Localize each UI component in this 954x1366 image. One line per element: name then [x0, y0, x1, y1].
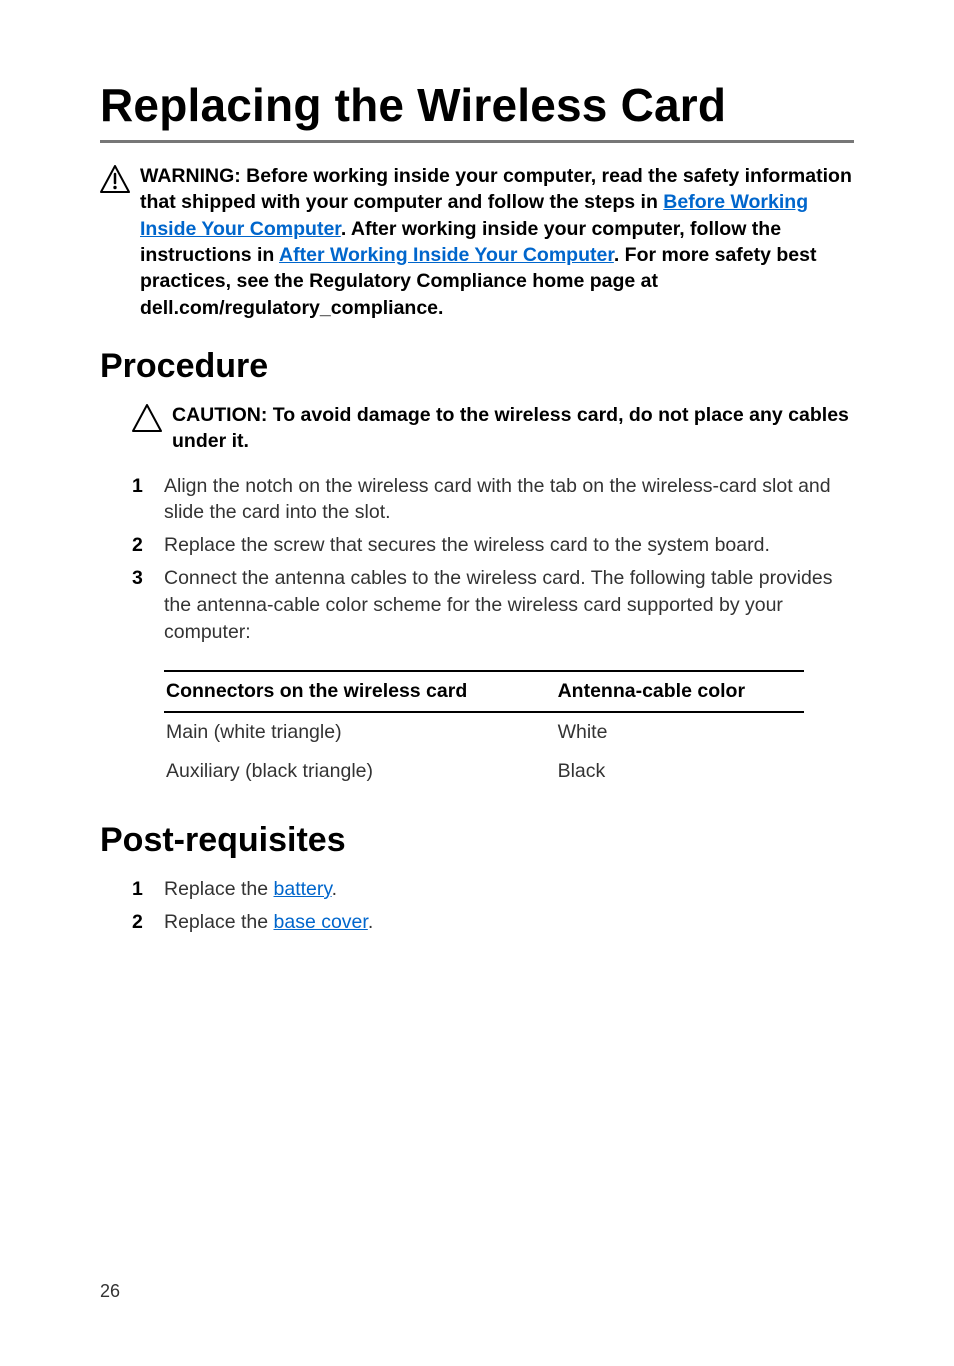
postreq-step-2: Replace the base cover. [132, 909, 854, 936]
link-after-working[interactable]: After Working Inside Your Computer [279, 244, 614, 266]
connector-table: Connectors on the wireless card Antenna-… [164, 670, 804, 791]
cell-color-main: White [556, 712, 804, 752]
postreq2-post: . [368, 911, 373, 933]
cell-color-aux: Black [556, 752, 804, 791]
procedure-step-3: Connect the antenna cables to the wirele… [132, 565, 854, 646]
page-title: Replacing the Wireless Card [100, 78, 854, 143]
procedure-step-1: Align the notch on the wireless card wit… [132, 473, 854, 527]
procedure-heading: Procedure [100, 347, 854, 386]
table-header-row: Connectors on the wireless card Antenna-… [164, 671, 804, 712]
th-color: Antenna-cable color [556, 671, 804, 712]
postreq-step-1: Replace the battery. [132, 876, 854, 903]
postreq-heading: Post-requisites [100, 821, 854, 860]
procedure-step-2: Replace the screw that secures the wirel… [132, 532, 854, 559]
caution-block: CAUTION: To avoid damage to the wireless… [100, 402, 854, 455]
caution-text: CAUTION: To avoid damage to the wireless… [172, 402, 854, 455]
postreq1-post: . [332, 878, 337, 900]
procedure-steps: Align the notch on the wireless card wit… [100, 473, 854, 646]
link-battery[interactable]: battery [274, 878, 332, 900]
warning-block: WARNING: Before working inside your comp… [100, 163, 854, 321]
table-row: Main (white triangle) White [164, 712, 804, 752]
postreq2-pre: Replace the [164, 911, 274, 933]
table-row: Auxiliary (black triangle) Black [164, 752, 804, 791]
warning-text: WARNING: Before working inside your comp… [140, 163, 854, 321]
caution-icon [132, 404, 162, 437]
page-container: Replacing the Wireless Card WARNING: Bef… [0, 0, 954, 1366]
cell-connector-aux: Auxiliary (black triangle) [164, 752, 556, 791]
link-base-cover[interactable]: base cover [274, 911, 368, 933]
th-connectors: Connectors on the wireless card [164, 671, 556, 712]
cell-connector-main: Main (white triangle) [164, 712, 556, 752]
warning-icon [100, 165, 130, 198]
postreq-steps: Replace the battery. Replace the base co… [100, 876, 854, 936]
postreq1-pre: Replace the [164, 878, 274, 900]
page-number: 26 [100, 1281, 120, 1302]
